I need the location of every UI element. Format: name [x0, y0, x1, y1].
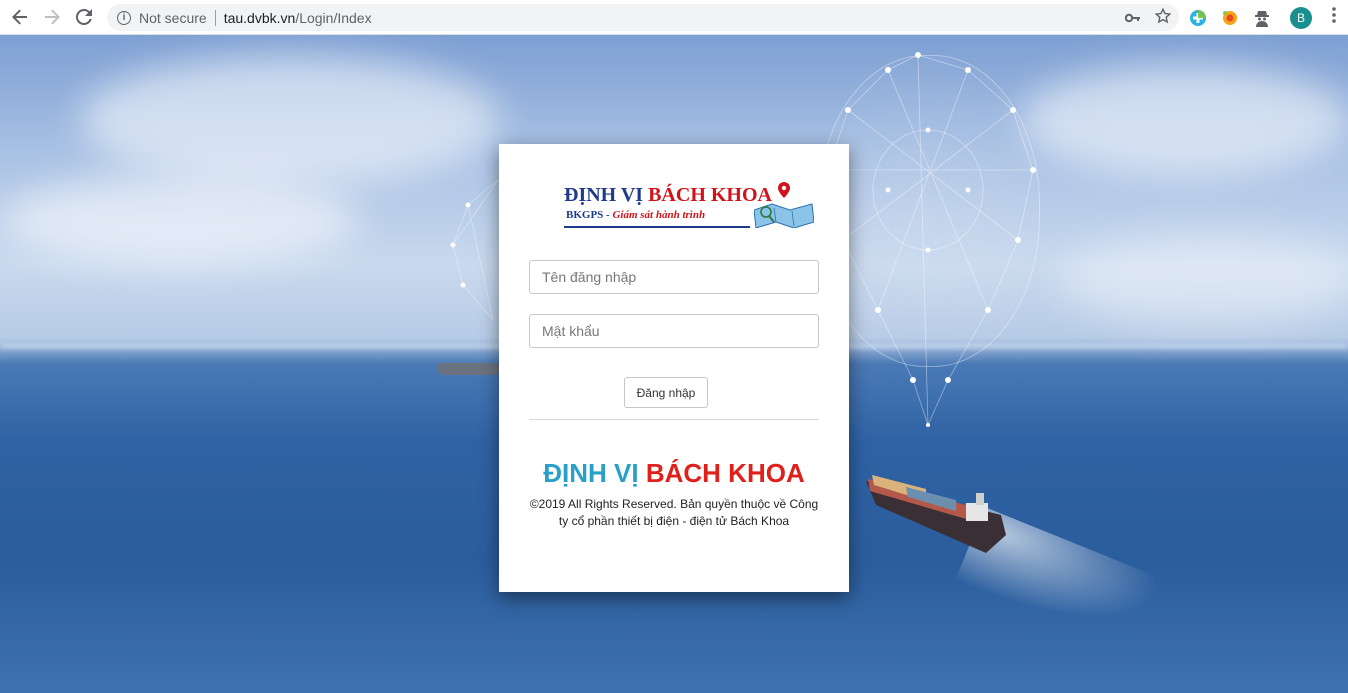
- card-divider: [529, 419, 819, 420]
- logo-title: ĐỊNH VỊ BÁCH KHOA: [564, 184, 772, 207]
- cargo-ship-graphic: [866, 475, 1006, 553]
- background-cloud: [1020, 65, 1348, 175]
- background-cloud: [0, 175, 360, 265]
- network-mesh-graphic: [825, 52, 1036, 427]
- logo-subtitle-part1: BKGPS -: [566, 209, 613, 221]
- forward-arrow-icon[interactable]: [40, 5, 64, 29]
- more-menu-icon[interactable]: [1326, 7, 1342, 28]
- company-logo: ĐỊNH VỊ BÁCH KHOA BKGPS - Giám sát hành …: [564, 182, 814, 232]
- username-input[interactable]: [529, 260, 819, 294]
- url-text[interactable]: tau.dvbk.vn/Login/Index: [224, 10, 372, 26]
- browser-toolbar: i Not secure tau.dvbk.vn/Login/Index B: [0, 0, 1348, 35]
- url-host: tau.dvbk.vn: [223, 9, 296, 26]
- logo-title-part1: ĐỊNH VỊ: [564, 184, 649, 206]
- extension-spy-icon[interactable]: [1252, 8, 1272, 28]
- star-icon[interactable]: [1154, 7, 1172, 27]
- extension-flower-icon[interactable]: [1220, 8, 1240, 28]
- back-arrow-icon[interactable]: [8, 5, 32, 29]
- warship-graphic: [438, 363, 500, 375]
- login-button[interactable]: Đăng nhập: [624, 377, 708, 408]
- brand-heading-part1: ĐỊNH VỊ: [543, 458, 646, 488]
- page-background: ĐỊNH VỊ BÁCH KHOA BKGPS - Giám sát hành …: [0, 35, 1348, 693]
- password-input[interactable]: [529, 314, 819, 348]
- info-icon[interactable]: i: [117, 10, 131, 25]
- omnibox-separator: [214, 9, 216, 26]
- map-icon: [754, 203, 814, 228]
- location-pin-icon: [778, 182, 790, 198]
- extensions-area: B: [1188, 0, 1348, 35]
- profile-avatar[interactable]: B: [1290, 6, 1312, 29]
- address-bar[interactable]: i Not secure tau.dvbk.vn/Login/Index: [107, 4, 1179, 31]
- logo-underline: [564, 226, 750, 228]
- logo-subtitle-part2: Giám sát hành trình: [612, 209, 706, 221]
- security-label[interactable]: Not secure: [139, 10, 207, 26]
- copyright-text: ©2019 All Rights Reserved. Bản quyền thu…: [529, 497, 819, 528]
- background-cloud: [1060, 235, 1348, 325]
- brand-heading: ĐỊNH VỊ BÁCH KHOA: [499, 458, 849, 489]
- url-path: /Login/Index: [295, 9, 372, 26]
- brand-heading-part2: BÁCH KHOA: [645, 458, 805, 488]
- reload-icon[interactable]: [72, 5, 96, 29]
- key-icon[interactable]: [1124, 10, 1141, 26]
- logo-subtitle: BKGPS - Giám sát hành trình: [566, 209, 705, 221]
- extension-plus-icon[interactable]: [1188, 8, 1208, 28]
- background-cloud: [80, 55, 500, 185]
- login-card: ĐỊNH VỊ BÁCH KHOA BKGPS - Giám sát hành …: [499, 144, 849, 592]
